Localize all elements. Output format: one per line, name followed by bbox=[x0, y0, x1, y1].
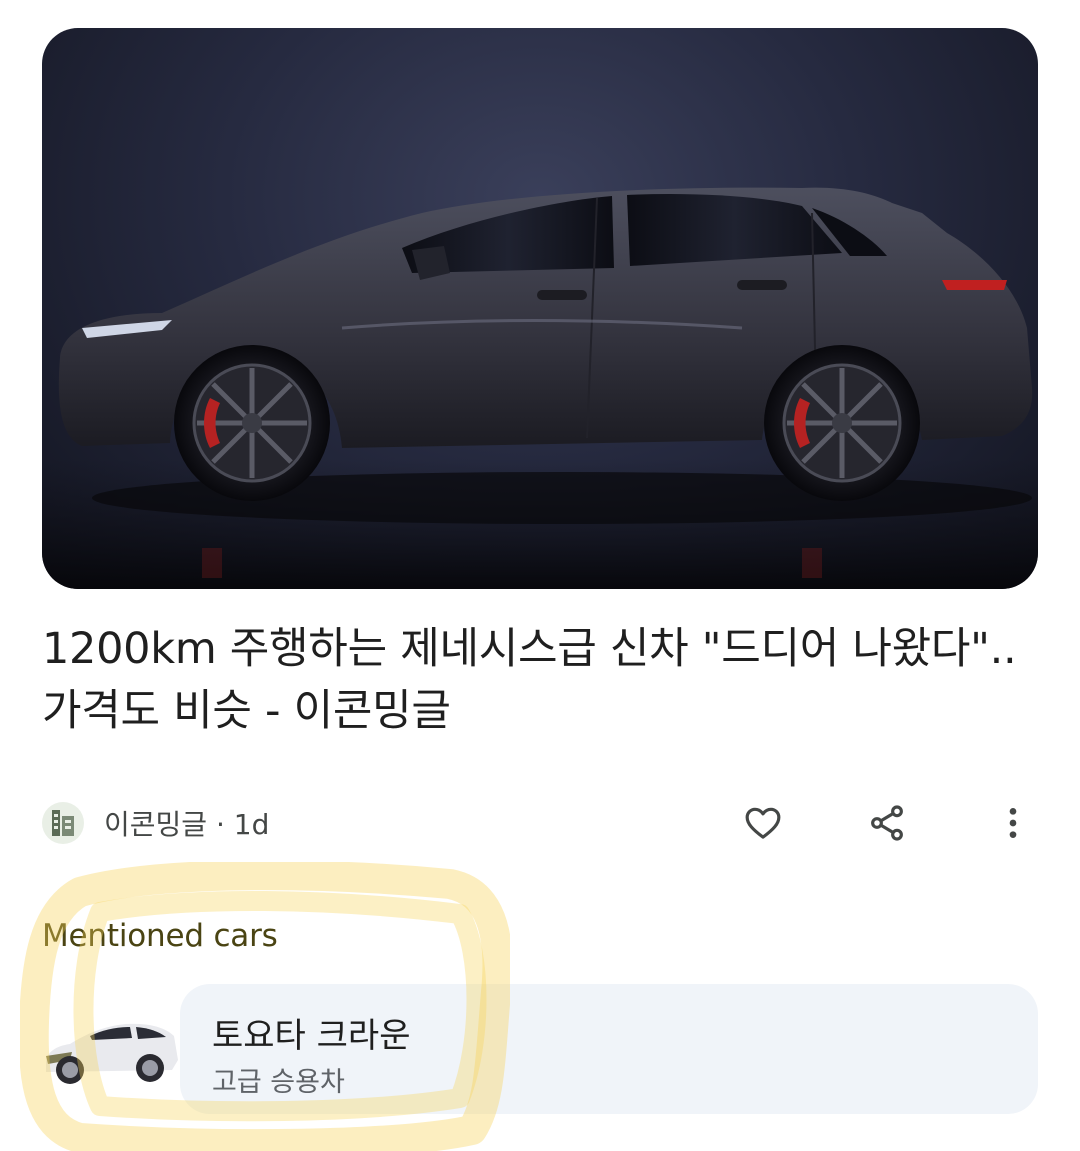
car-category: 고급 승용차 bbox=[212, 1067, 345, 1098]
source-info: 이콘밍글 · 1d bbox=[104, 803, 269, 843]
share-icon bbox=[871, 805, 903, 841]
meta-separator: · bbox=[207, 808, 234, 841]
article-age: 1d bbox=[233, 808, 270, 841]
more-options-button[interactable] bbox=[986, 796, 1040, 850]
share-button[interactable] bbox=[860, 796, 914, 850]
car-thumbnail-icon bbox=[42, 1004, 180, 1094]
article-headline[interactable]: 1200km 주행하는 제네시스급 신차 "드디어 나왔다".. 가격도 비슷 … bbox=[42, 618, 1032, 742]
car-illustration bbox=[42, 187, 1038, 589]
article-meta-row: 이콘밍글 · 1d bbox=[42, 796, 1038, 850]
heart-icon bbox=[745, 807, 781, 839]
building-logo-icon[interactable] bbox=[42, 802, 84, 844]
hero-image[interactable] bbox=[42, 28, 1038, 589]
car-name: 토요타 크라운 bbox=[212, 1016, 411, 1056]
like-button[interactable] bbox=[736, 796, 790, 850]
mentioned-car-card[interactable]: 토요타 크라운 고급 승용차 bbox=[42, 984, 1038, 1114]
article-actions bbox=[736, 796, 1038, 850]
mentioned-cars-title: Mentioned cars bbox=[42, 918, 278, 954]
source-name[interactable]: 이콘밍글 bbox=[104, 808, 207, 841]
more-vert-icon bbox=[1009, 808, 1017, 838]
